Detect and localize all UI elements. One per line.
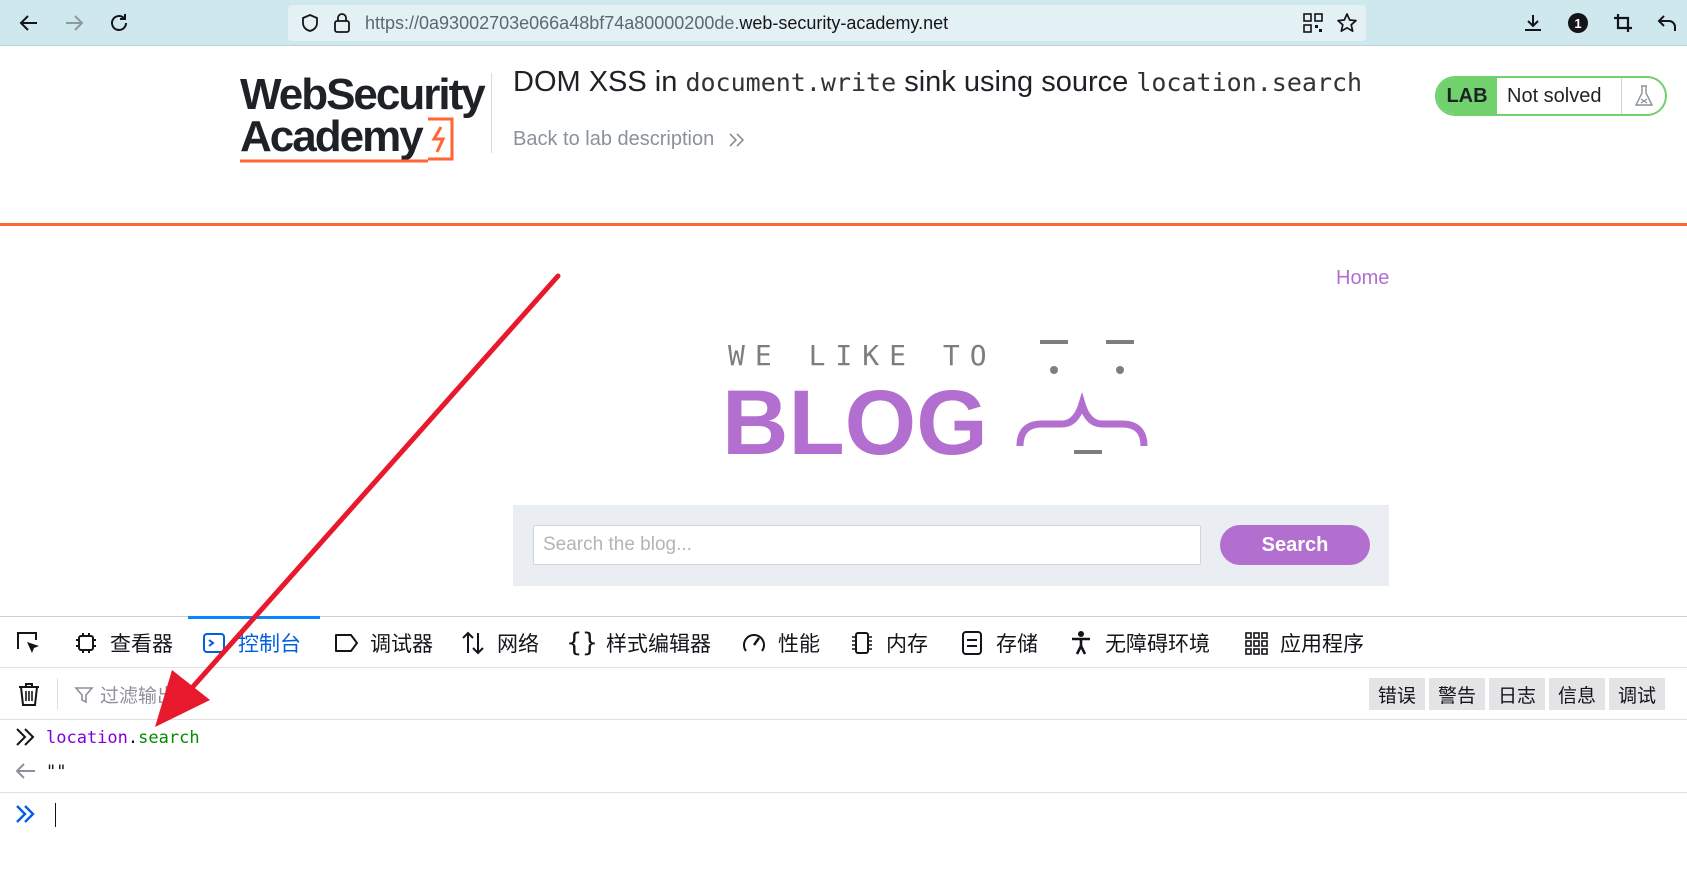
lab-badge-label: LAB [1437,78,1497,114]
level-errors-button[interactable]: 错误 [1368,678,1425,710]
tab-console[interactable]: 控制台 [200,617,301,669]
tab-label: 应用程序 [1280,633,1364,656]
header-divider [491,73,492,153]
element-picker-icon[interactable] [14,617,42,669]
lab-title-text: sink using source [896,66,1137,98]
lab-title-code-sink: document.write [685,68,897,97]
tab-application[interactable]: 应用程序 [1242,617,1364,669]
flask-icon [1621,78,1665,114]
lab-header: WebSecurity Academy DOM XSS in document.… [0,46,1687,226]
console-command-line: location.search [0,722,1687,754]
banner-blog-text: BLOG [728,372,988,468]
level-warnings-button[interactable]: 警告 [1428,678,1485,710]
command-object: location [46,728,128,748]
notification-count: 1 [1568,13,1588,33]
level-debug-button[interactable]: 调试 [1608,678,1665,710]
result-arrow-icon [14,760,40,786]
filter-output-input[interactable]: 过滤输出 [74,681,176,708]
account-badge-icon[interactable]: 1 [1563,8,1593,38]
search-panel: Search the blog... Search [513,505,1389,586]
tab-label: 无障碍环境 [1105,633,1210,656]
inspector-icon [72,629,100,657]
qr-code-icon[interactable] [1303,13,1323,38]
level-logs-button[interactable]: 日志 [1488,678,1545,710]
devtools-tab-bar: 查看器 控制台 调试器 网络 {} 样式编辑器 性能 内存 存储 无障碍环境 应… [0,616,1687,668]
tab-memory[interactable]: 内存 [848,617,928,669]
tab-label: 查看器 [110,633,173,656]
text-cursor [55,803,56,827]
tab-label: 调试器 [370,633,433,656]
lab-title: DOM XSS in document.write sink using sou… [513,66,1362,99]
console-icon [200,629,228,657]
double-chevron-right-icon [729,133,744,147]
address-bar[interactable]: https://0a93002703e066a48bf74a80000200de… [288,5,1366,41]
tab-label: 存储 [996,633,1038,656]
banner-top-text: WE LIKE TO [728,339,997,372]
debugger-icon [332,629,360,657]
network-icon [459,629,487,657]
search-button[interactable]: Search [1220,525,1370,565]
tab-label: 网络 [497,633,539,656]
home-link[interactable]: Home [1336,267,1389,290]
url-prefix: https://0a93002703e066a48bf74a80000200de… [365,13,740,33]
console-input[interactable] [0,792,1687,838]
bookmark-star-icon[interactable] [1336,12,1358,39]
tab-debugger[interactable]: 调试器 [332,617,433,669]
accessibility-icon [1067,629,1095,657]
lock-icon[interactable] [332,12,352,39]
tab-accessibility[interactable]: 无障碍环境 [1067,617,1210,669]
input-prompt-chevron-icon [14,803,40,829]
reload-icon[interactable] [104,8,134,38]
forward-arrow-icon[interactable] [59,8,89,38]
console-filter-bar: 过滤输出 错误 警告 日志 信息 调试 [0,668,1687,720]
active-tab-indicator [188,616,320,619]
filter-funnel-icon [74,686,94,703]
console-result: "" [46,762,67,782]
crop-icon[interactable] [1608,8,1638,38]
memory-icon [848,629,876,657]
search-input[interactable]: Search the blog... [533,525,1201,565]
clear-console-trash-icon[interactable] [14,679,44,709]
url-text[interactable]: https://0a93002703e066a48bf74a80000200de… [365,13,948,34]
log-level-buttons: 错误 警告 日志 信息 调试 [1368,678,1665,710]
command-dot: . [127,728,139,748]
shield-icon[interactable] [300,13,320,38]
blog-banner-logo: WE LIKE TO BLOG [722,338,1178,474]
tab-label: 内存 [886,633,928,656]
tab-label: 性能 [778,633,820,656]
filter-divider [57,678,58,710]
command-property: search [138,728,200,748]
tab-style-editor[interactable]: {} 样式编辑器 [566,617,711,669]
undo-icon[interactable] [1652,8,1682,38]
console-command: location.search [46,728,200,748]
back-to-lab-description-link[interactable]: Back to lab description [513,128,746,151]
tab-performance[interactable]: 性能 [740,617,820,669]
style-editor-icon: {} [566,628,598,658]
lab-status-badge: LAB Not solved [1435,76,1667,116]
filter-placeholder: 过滤输出 [100,686,177,707]
lab-title-code-source: location.search [1136,68,1363,97]
back-link-label: Back to lab description [513,128,715,150]
performance-icon [740,629,768,657]
level-info-button[interactable]: 信息 [1548,678,1605,710]
tab-storage[interactable]: 存储 [958,617,1038,669]
lab-title-text: DOM XSS in [513,66,686,98]
lab-status-text: Not solved [1507,84,1602,107]
url-domain: web-security-academy.net [739,13,949,33]
command-chevron-icon [14,726,40,752]
tab-network[interactable]: 网络 [459,617,539,669]
downloads-icon[interactable] [1518,8,1548,38]
storage-icon [958,629,986,657]
browser-toolbar: https://0a93002703e066a48bf74a80000200de… [0,0,1687,46]
tab-inspector[interactable]: 查看器 [72,617,173,669]
application-icon [1242,629,1270,657]
tab-label: 样式编辑器 [606,633,711,656]
logo-text-line2: Academy [240,112,424,161]
web-security-academy-logo[interactable]: WebSecurity Academy [238,70,490,171]
console-result-line: "" [0,756,1687,788]
back-arrow-icon[interactable] [14,8,44,38]
tab-label: 控制台 [238,633,301,656]
